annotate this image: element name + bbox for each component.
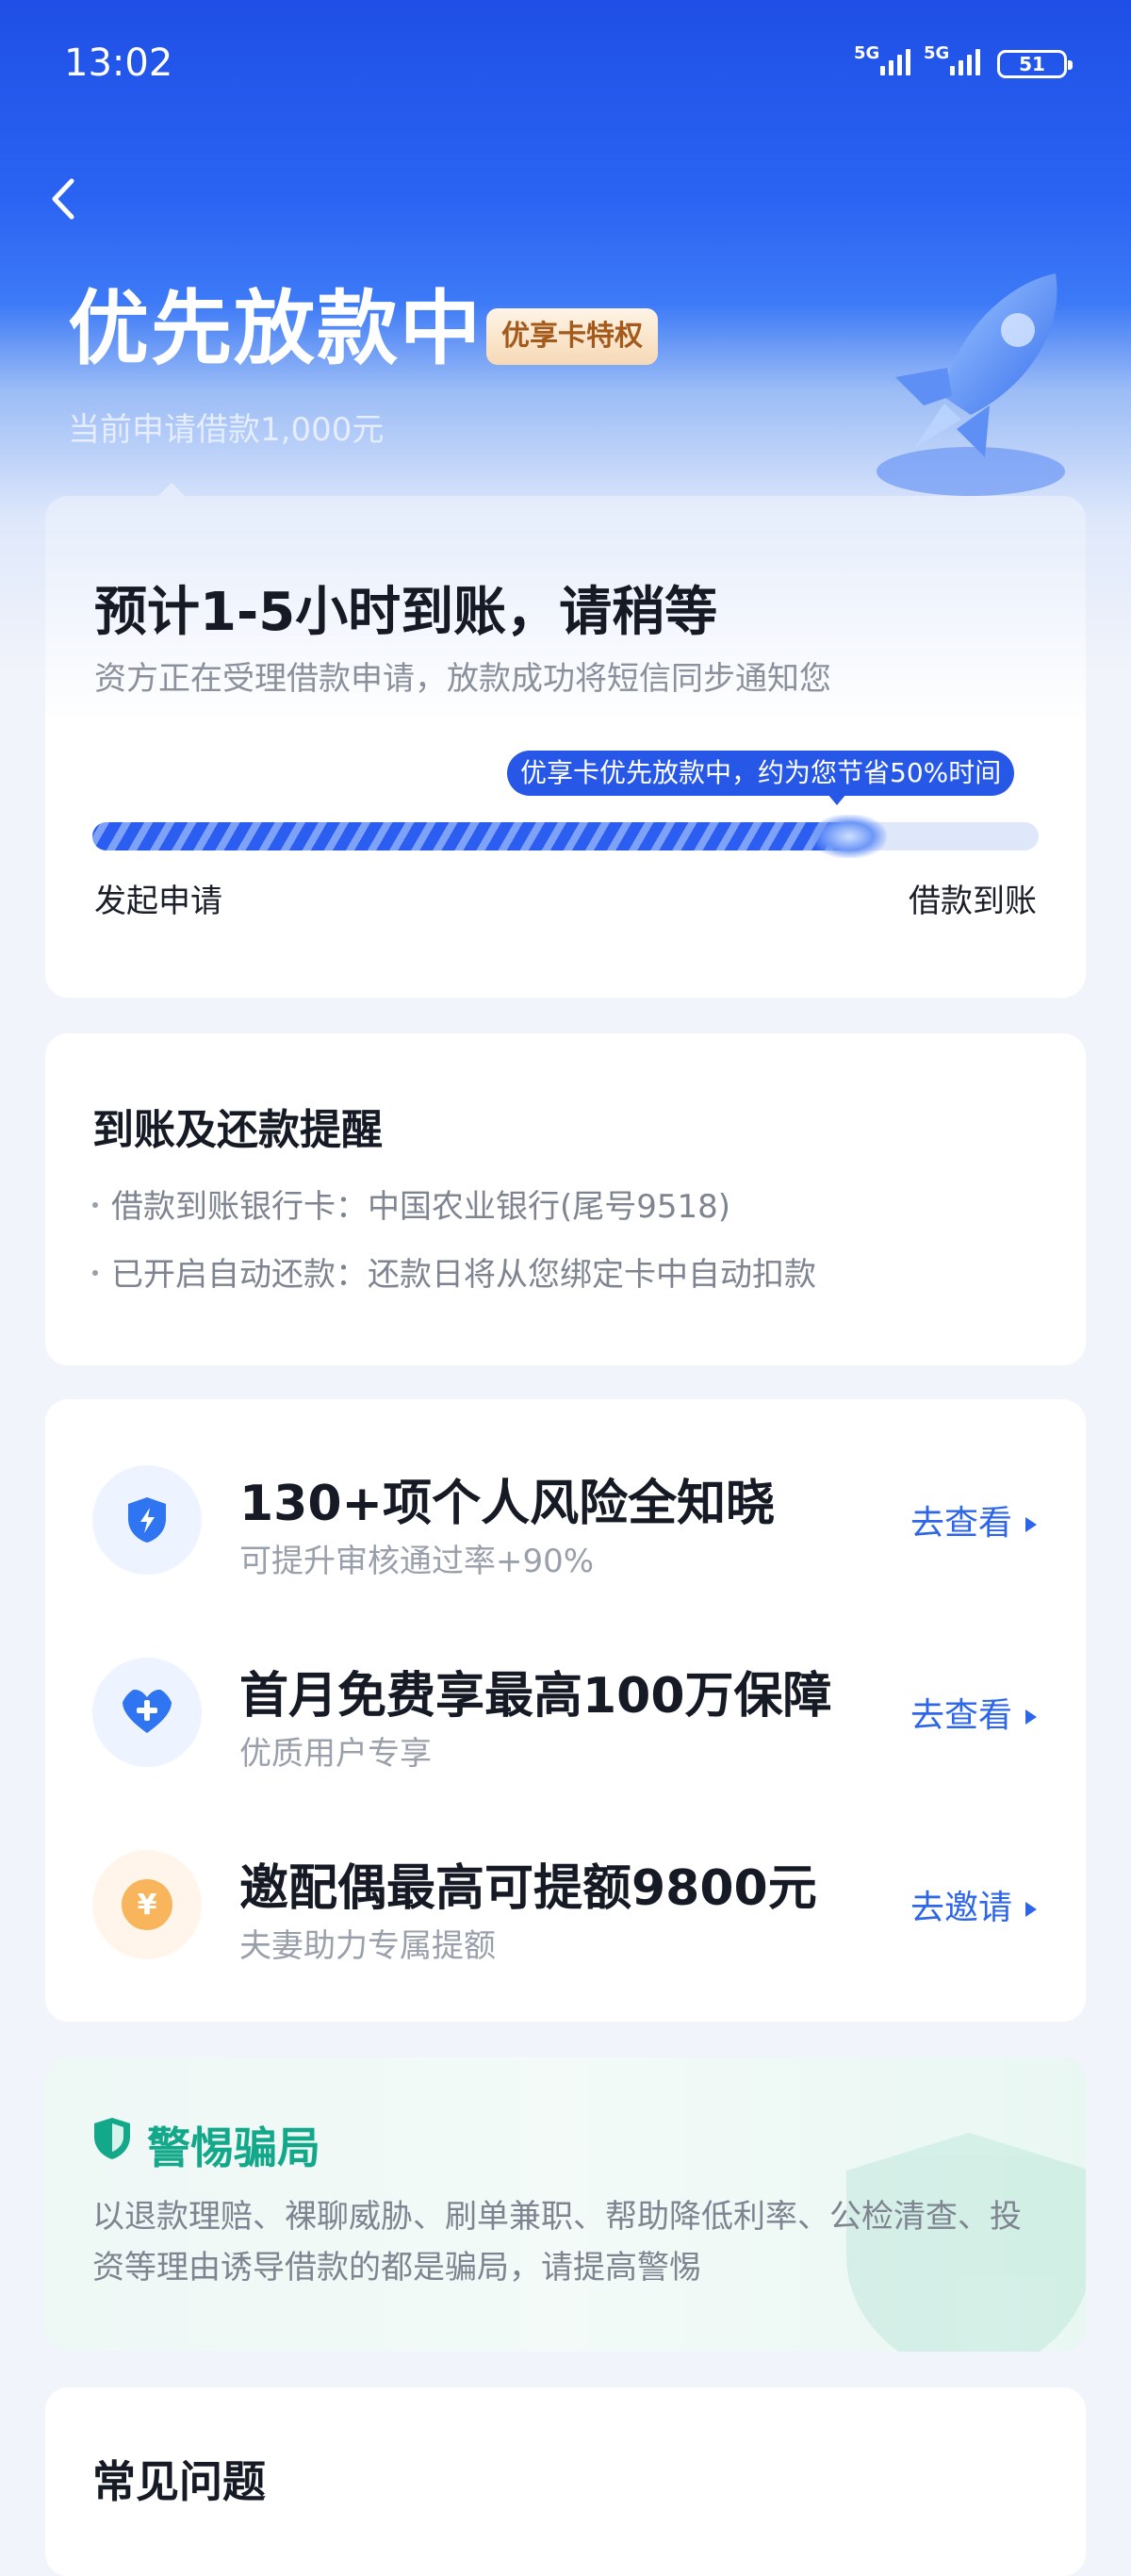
reminder-item: 借款到账银行卡：中国农业银行(尾号9518): [92, 1181, 730, 1227]
arrival-estimate-title: 预计1-5小时到账，请稍等: [94, 582, 718, 643]
signal-label-1: 5G: [854, 43, 880, 63]
progress-start-label: 发起申请: [94, 883, 222, 920]
loan-amount-subtitle: 当前申请借款1,000元: [68, 411, 385, 449]
bullet-icon: [92, 1269, 98, 1276]
page-title: 优先放款中: [68, 282, 483, 376]
triangle-right-icon: [1025, 1709, 1037, 1725]
service-icon-wrap: [92, 1465, 202, 1575]
signal-bars-1-icon: [880, 49, 910, 75]
battery-level: 51: [1019, 53, 1045, 75]
progress-end-label: 借款到账: [909, 883, 1037, 920]
progress-track: [92, 815, 1039, 858]
privilege-badge: 优享卡特权: [486, 308, 658, 365]
progress-card: 预计1-5小时到账，请稍等 资方正在受理借款申请，放款成功将短信同步通知您 优享…: [45, 496, 1086, 998]
faq-card: 常见问题: [45, 2387, 1086, 2576]
svg-text:¥: ¥: [138, 1889, 157, 1922]
progress-rocket-icon: [811, 815, 888, 858]
battery-icon: 51: [997, 50, 1073, 78]
service-invite-button[interactable]: 去邀请: [910, 1880, 1037, 1929]
progress-fill: [92, 822, 869, 850]
service-view-button[interactable]: 去查看: [910, 1495, 1037, 1544]
rocket-icon: [877, 273, 1065, 496]
shield-bolt-icon: [128, 1497, 166, 1543]
triangle-right-icon: [1025, 1902, 1037, 1917]
status-time: 13:02: [64, 41, 173, 85]
yuan-coin-icon: ¥: [122, 1879, 172, 1930]
reminder-title: 到账及还款提醒: [92, 1106, 383, 1154]
bullet-icon: [92, 1201, 98, 1208]
signal-label-2: 5G: [924, 43, 950, 63]
service-icon-wrap: [92, 1658, 202, 1767]
service-row-spouse[interactable]: ¥ 邀配偶最高可提额9800元 夫妻助力专属提额 去邀请: [45, 1831, 1086, 1982]
warning-title: 警惕骗局: [147, 2122, 320, 2173]
progress-tooltip: 优享卡优先放款中，约为您节省50%时间: [507, 751, 1015, 805]
reminder-card: 到账及还款提醒 借款到账银行卡：中国农业银行(尾号9518) 已开启自动还款：还…: [45, 1033, 1086, 1365]
service-row-insurance[interactable]: 首月免费享最高100万保障 优质用户专享 去查看: [45, 1639, 1086, 1790]
reminder-item-text: 借款到账银行卡：中国农业银行(尾号9518): [111, 1188, 731, 1226]
service-subtitle: 可提升审核通过率+90%: [239, 1543, 595, 1580]
service-icon-wrap: ¥: [92, 1850, 202, 1959]
service-action-label: 去查看: [910, 1696, 1012, 1735]
service-action-label: 去邀请: [910, 1889, 1012, 1927]
shield-icon: [94, 2118, 130, 2159]
status-bar: 13:02 5G 5G 51: [0, 0, 1131, 132]
service-row-risk[interactable]: 130+项个人风险全知晓 可提升审核通过率+90% 去查看: [45, 1446, 1086, 1597]
warning-text: 以退款理赔、裸聊威胁、刷单兼职、帮助降低利率、公检清查、投资等理由诱导借款的都是…: [92, 2198, 1022, 2287]
reminder-item: 已开启自动还款：还款日将从您绑定卡中自动扣款: [92, 1248, 816, 1295]
service-view-button[interactable]: 去查看: [910, 1688, 1037, 1737]
heart-plus-icon: [123, 1690, 172, 1733]
service-title: 首月免费享最高100万保障: [239, 1668, 832, 1725]
arrival-description: 资方正在受理借款申请，放款成功将短信同步通知您: [94, 660, 831, 698]
service-subtitle: 优质用户专享: [239, 1735, 432, 1773]
faq-title: 常见问题: [92, 2456, 266, 2507]
triangle-right-icon: [1025, 1517, 1037, 1532]
fraud-warning-card: 警惕骗局 以退款理赔、裸聊威胁、刷单兼职、帮助降低利率、公检清查、投资等理由诱导…: [45, 2057, 1086, 2352]
reminder-item-text: 已开启自动还款：还款日将从您绑定卡中自动扣款: [111, 1256, 816, 1294]
signal-bars-2-icon: [950, 49, 980, 75]
back-arrow-icon[interactable]: [45, 175, 83, 223]
service-title: 130+项个人风险全知晓: [239, 1476, 776, 1532]
service-action-label: 去查看: [910, 1504, 1012, 1543]
service-subtitle: 夫妻助力专属提额: [239, 1927, 496, 1965]
services-card: 130+项个人风险全知晓 可提升审核通过率+90% 去查看 首月免费享最高100…: [45, 1399, 1086, 2022]
service-title: 邀配偶最高可提额9800元: [239, 1860, 817, 1917]
